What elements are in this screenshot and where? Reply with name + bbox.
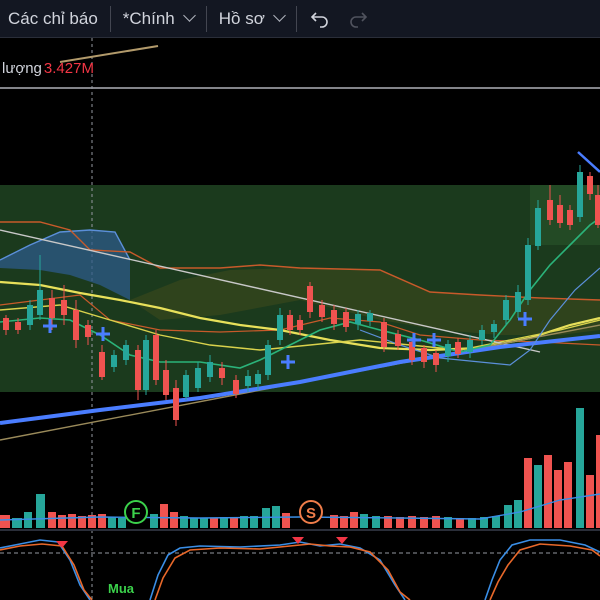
marker-f: F [124,500,148,524]
redo-icon [350,11,368,28]
top-toolbar: Các chỉ báo *Chính Hồ sơ [0,0,600,38]
toolbar-divider [205,5,207,32]
layout-dropdown[interactable]: *Chính [115,0,202,37]
layout-label: *Chính [122,8,175,28]
toolbar-divider [295,5,297,32]
profile-dropdown[interactable]: Hồ sơ [211,0,292,37]
buy-signal-label: Mua [108,581,135,596]
profile-label: Hồ sơ [218,8,265,28]
marker-f-label: F [131,505,140,522]
undo-button[interactable] [301,0,339,37]
redo-button[interactable] [339,0,377,37]
toolbar-divider [109,5,111,32]
price-chart[interactable]: F S Mua [0,38,600,600]
indicators-button[interactable]: Các chỉ báo [0,0,106,37]
chevron-down-icon [273,9,286,22]
chevron-down-icon [182,9,196,22]
undo-icon [310,11,328,28]
volume-legend-name: lượng [2,60,42,77]
volume-legend: lượng 3.427M [2,60,94,77]
marker-s-label: S [306,505,316,522]
volume-legend-value: 3.427M [43,60,94,77]
marker-s: S [299,500,323,524]
indicators-label: Các chỉ báo [8,8,98,28]
